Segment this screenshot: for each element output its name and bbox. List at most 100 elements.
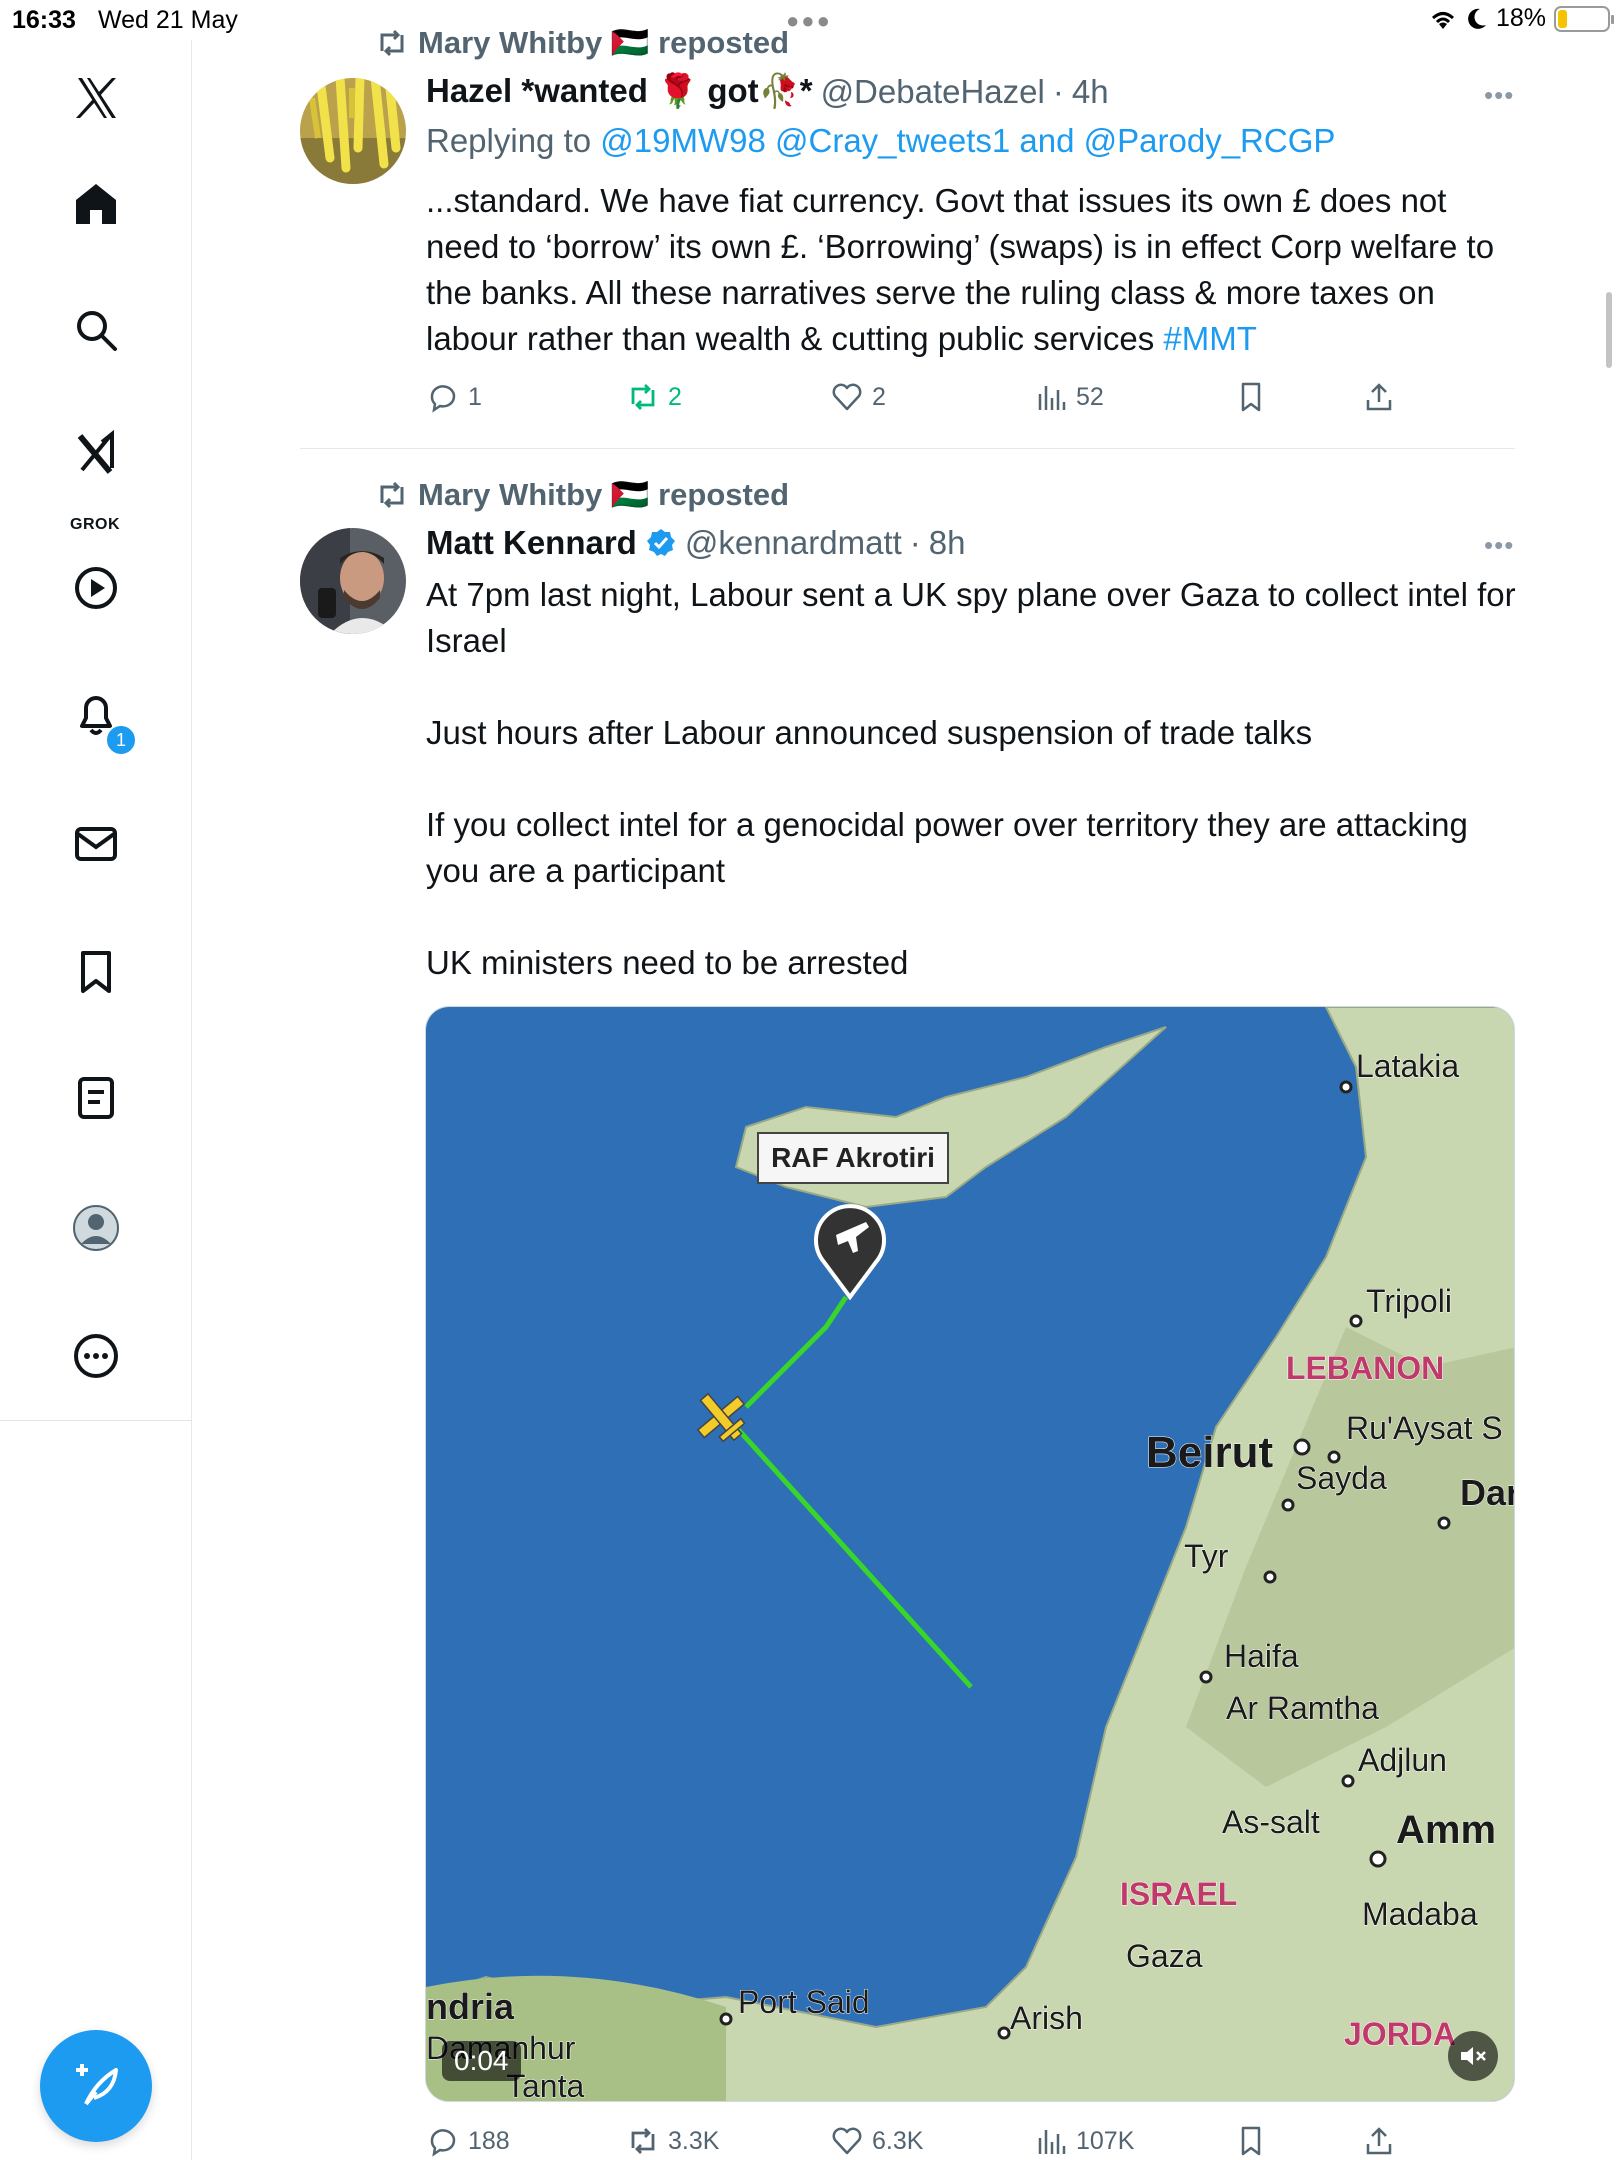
map-label-ramtha: Ar Ramtha xyxy=(1226,1690,1379,1726)
tweet-body: ...standard. We have fiat currency. Govt… xyxy=(426,182,1495,357)
repost-icon xyxy=(380,29,404,56)
bookmark-button[interactable] xyxy=(1234,380,1268,414)
map-label-madaba: Madaba xyxy=(1362,1896,1478,1932)
author-handle[interactable]: @kennardmatt xyxy=(685,524,902,562)
video-timestamp: 0:04 xyxy=(442,2041,521,2081)
views-button[interactable]: 107K xyxy=(1034,2124,1134,2158)
compose-button[interactable] xyxy=(40,2030,152,2142)
like-button[interactable]: 2 xyxy=(830,380,886,414)
reply-button[interactable]: 188 xyxy=(426,2124,510,2158)
map-label-ruaysat: Ru'Aysat S xyxy=(1346,1410,1503,1446)
reply-button[interactable]: 1 xyxy=(426,380,482,414)
tweet-actions: 1 2 2 52 xyxy=(426,380,1516,424)
moon-icon xyxy=(1468,8,1486,29)
separator: · xyxy=(909,524,921,561)
notification-badge: 1 xyxy=(105,724,137,756)
map-label-latakia: Latakia xyxy=(1356,1048,1459,1084)
repost-indicator: Mary Whitby 🇵🇸 reposted xyxy=(376,24,789,61)
repost-button[interactable]: 2 xyxy=(626,380,682,414)
profile-icon[interactable] xyxy=(66,1198,126,1258)
tweet-age[interactable]: 4h xyxy=(1072,73,1109,111)
author-handle[interactable]: @DebateHazel xyxy=(821,73,1045,111)
verified-badge-icon xyxy=(646,529,675,556)
mute-button[interactable] xyxy=(1448,2031,1498,2081)
like-button[interactable]: 6.3K xyxy=(830,2124,923,2158)
reply-icon xyxy=(430,385,456,413)
share-button[interactable] xyxy=(1362,380,1396,414)
author-row: Matt Kennard @kennardmatt · 8h xyxy=(426,524,966,562)
map-label-dar: Dar xyxy=(1460,1472,1515,1513)
status-date: Wed 21 May xyxy=(98,6,238,34)
map-label-sayda: Sayda xyxy=(1296,1460,1387,1496)
sidebar: GROK 1 xyxy=(0,40,192,2160)
muted-speaker-icon xyxy=(1461,2047,1486,2065)
map-label-adjlun: Adjlun xyxy=(1358,1742,1447,1778)
more-options-icon[interactable]: ••• xyxy=(1484,530,1514,561)
replying-to: Replying to @19MW98 @Cray_tweets1 and @P… xyxy=(426,122,1335,160)
share-icon xyxy=(1366,2127,1392,2155)
battery-fill xyxy=(1558,9,1567,28)
reply-count: 1 xyxy=(468,382,482,411)
map-label-jordan: JORDA xyxy=(1344,2016,1456,2052)
feather-plus-icon xyxy=(76,2064,118,2106)
map-label-assalt: As-salt xyxy=(1222,1804,1320,1840)
avatar-matt-kennard[interactable] xyxy=(300,528,406,634)
map-label-portsaid: Port Said xyxy=(738,1984,870,2020)
map-label-arish: Arish xyxy=(1010,2000,1083,2036)
repost-by: Mary Whitby 🇵🇸 reposted xyxy=(418,25,790,60)
separator: · xyxy=(1052,72,1064,110)
repost-count: 2 xyxy=(668,382,682,411)
video-player[interactable]: RAF Akrotiri Latakia Tripoli LEBANON Bei… xyxy=(425,1006,1515,2102)
sidebar-divider xyxy=(0,1420,192,1421)
play-icon[interactable] xyxy=(66,558,126,618)
grok-label: GROK xyxy=(70,516,120,533)
multitask-dots-icon[interactable]: ●●● xyxy=(786,8,832,34)
author-row: Hazel *wanted 🌹 got🥀* @DebateHazel · 4h xyxy=(426,72,1109,111)
views-icon xyxy=(1038,2130,1066,2154)
tweet-paragraph: If you collect intel for a genocidal pow… xyxy=(426,806,1468,889)
share-button[interactable] xyxy=(1362,2124,1396,2158)
home-icon[interactable] xyxy=(66,174,126,234)
flight-map: RAF Akrotiri Latakia Tripoli LEBANON Bei… xyxy=(426,1007,1515,2101)
repost-icon xyxy=(631,384,655,410)
more-options-icon[interactable]: ••• xyxy=(1484,80,1514,111)
wifi-icon xyxy=(1431,11,1454,29)
like-count: 2 xyxy=(872,382,886,411)
list-icon[interactable] xyxy=(66,1068,126,1128)
bookmark-button[interactable] xyxy=(1234,2124,1268,2158)
map-label-israel: ISRAEL xyxy=(1120,1876,1237,1912)
reply-icon xyxy=(430,2129,456,2157)
more-icon[interactable] xyxy=(66,1326,126,1386)
author-name[interactable]: Matt Kennard xyxy=(426,524,637,562)
tweet-actions: 188 3.3K 6.3K 107K xyxy=(426,2124,1516,2160)
repost-icon xyxy=(380,481,404,508)
mail-icon[interactable] xyxy=(66,814,126,874)
bookmark-icon[interactable] xyxy=(66,942,126,1002)
author-name[interactable]: Hazel *wanted 🌹 got🥀* xyxy=(426,72,813,111)
views-icon xyxy=(1038,386,1066,410)
tweet-age[interactable]: 8h xyxy=(929,524,966,562)
heart-icon xyxy=(832,2127,862,2155)
repost-button[interactable]: 3.3K xyxy=(626,2124,719,2158)
grok-icon[interactable] xyxy=(66,424,126,484)
hashtag-link[interactable]: #MMT xyxy=(1163,320,1257,357)
replying-handles[interactable]: @19MW98 @Cray_tweets1 and @Parody_RCGP xyxy=(600,122,1335,159)
views-button[interactable]: 52 xyxy=(1034,380,1104,414)
tweet-paragraph: At 7pm last night, Labour sent a UK spy … xyxy=(426,576,1516,659)
bookmark-icon xyxy=(1241,382,1261,412)
like-count: 6.3K xyxy=(872,2126,924,2155)
scrollbar[interactable] xyxy=(1606,292,1612,368)
battery-percent: 18% xyxy=(1495,4,1546,32)
view-count: 52 xyxy=(1076,382,1104,411)
status-bar: 16:33 Wed 21 May ●●● 18% xyxy=(0,0,1620,40)
repost-by: Mary Whitby 🇵🇸 reposted xyxy=(418,477,790,512)
avatar-hazel[interactable] xyxy=(300,78,406,184)
replying-prefix: Replying to xyxy=(426,122,592,159)
tweet-text: ...standard. We have fiat currency. Govt… xyxy=(426,178,1516,362)
repost-icon xyxy=(631,2128,655,2154)
map-label-akrotiri: RAF Akrotiri xyxy=(771,1142,935,1173)
x-logo-icon[interactable] xyxy=(66,68,126,128)
search-icon[interactable] xyxy=(66,300,126,360)
tweet-paragraph: Just hours after Labour announced suspen… xyxy=(426,714,1313,751)
bookmark-icon xyxy=(1241,2126,1261,2156)
